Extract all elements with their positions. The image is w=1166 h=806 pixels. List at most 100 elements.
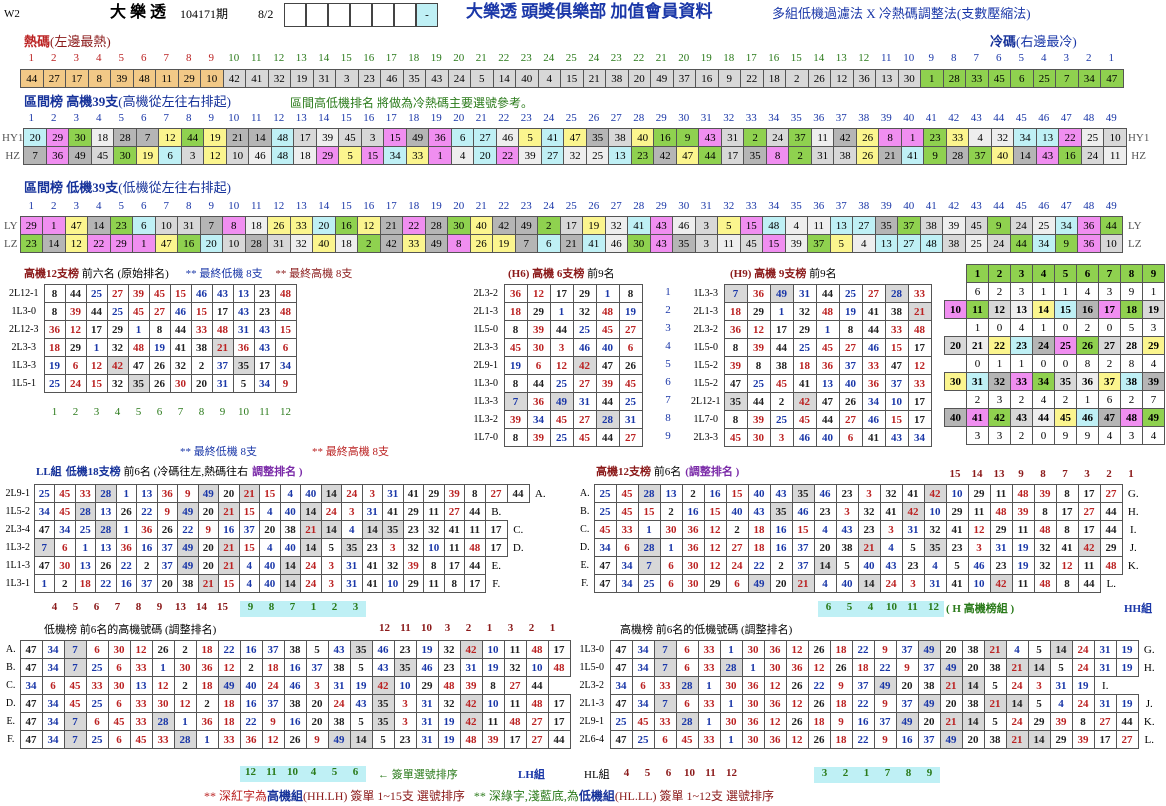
cell: A. [534,487,546,500]
cell: 34 [253,374,276,393]
cell: 3 [966,426,989,445]
cell: 48 [525,694,549,713]
sheet-code: W2 [4,8,20,20]
cell: 17 [907,392,932,411]
cell: 34 [54,520,76,539]
cell: 37 [305,658,329,677]
cell: 43 [232,302,255,321]
cell: 43 [1010,408,1033,427]
cell: 2L3-2 [693,323,718,335]
cell: 4 [259,538,281,557]
cell: 48 [464,538,486,557]
cell: 16 [239,640,263,659]
cell: 7 [514,234,538,253]
cell: 35 [585,128,610,147]
cell: 19 [1071,676,1095,695]
cell: 8 [87,69,111,88]
mid-numbers: 1 2 3 4 5 6 7 8 9 [656,286,680,448]
cell: 46 [672,216,696,235]
cell: 7 [723,284,748,303]
cell: 41 [443,520,465,539]
cell: 31 [177,216,201,235]
cell: 28 [424,216,448,235]
cell: 34 [1077,69,1101,88]
cell: 11 [443,538,465,557]
cell: 35 [232,356,255,375]
number-label: 9 [1018,468,1024,480]
cell: 49 [895,712,919,731]
cell: 20 [305,694,329,713]
cell: E. [580,559,590,571]
cell: 39 [402,556,424,575]
cell: 31 [327,676,351,695]
number-label: 44 [993,112,1005,124]
cell: 44 [464,556,486,575]
number-label: 31 [700,200,712,212]
cell: 1 [1054,282,1077,301]
cell: 48 [815,302,840,321]
cell: 38 [961,694,985,713]
cell: 18 [747,538,771,557]
cell: 1 [127,320,150,339]
cell: HY1 [2,131,24,144]
cell: 21 [939,676,963,695]
cell: 25 [106,302,129,321]
cell: 6 [631,676,655,695]
cell: 30 [526,338,551,357]
cell: 36 [136,520,158,539]
cell: 34 [615,556,639,575]
cell: 21 [939,712,963,731]
cell: 41 [382,502,404,521]
cell: 2 [173,640,197,659]
cell: 25 [549,428,574,447]
number-label: 9 [219,406,226,418]
cell: 25 [85,730,109,749]
cell: 1 [900,128,925,147]
number-label: 7 [177,406,184,418]
number-label: 1 [1108,52,1115,64]
cell: 28 [675,676,699,695]
cell: 34 [1032,372,1055,391]
cell: 7 [63,640,87,659]
number-label: 34 [768,112,780,124]
cell: 37 [968,146,992,165]
cell: 18 [747,520,771,539]
cell: 1L7-0 [473,431,498,443]
cell: 6 [838,428,863,447]
cell: 42 [459,694,483,713]
cell: 24 [447,69,471,88]
cell: 45 [593,520,617,539]
cell: 44 [169,320,192,339]
cell: 26 [838,392,863,411]
cell: 17 [503,730,527,749]
number-label: 17 [385,112,397,124]
cell: 8 [1071,712,1095,731]
cell: 17 [547,712,571,731]
cell: 1 [966,264,989,283]
cell: 12 [85,356,108,375]
number-label: 12 [280,406,291,418]
number-label: 5 [846,601,853,613]
number-label: 10 [886,601,897,613]
cell: 12 [217,658,241,677]
number-label: 8 [1040,468,1046,480]
number-label: 14 [318,200,330,212]
cell: 1L5-0 [579,661,604,673]
cell: 33 [85,676,109,695]
cell: 45 [1054,408,1077,427]
cell: 1 [173,712,197,731]
ll-footer-b: 9 8 7 1 2 3 [240,601,366,617]
cell: 1 [42,216,66,235]
number-label: 10 [228,200,240,212]
cell: 23 [923,128,947,147]
cell: 39 [1142,372,1165,391]
cell: 18 [195,676,219,695]
cell: 9 [1054,234,1078,253]
number-header-low: 1 2 3 4 5 6 7 8 9 10 11 12 13 14 15 16 17 18 19 20 21 22 23 24 2… [20,200,1123,216]
p12-footer: 1 2 3 4 5 6 7 8 9 10 11 12 [44,406,296,422]
cell: 45 [739,234,763,253]
cell: 41 [1055,538,1079,557]
cell: 15 [560,69,584,88]
cell: 38 [769,356,794,375]
cell: 35 [743,146,767,165]
